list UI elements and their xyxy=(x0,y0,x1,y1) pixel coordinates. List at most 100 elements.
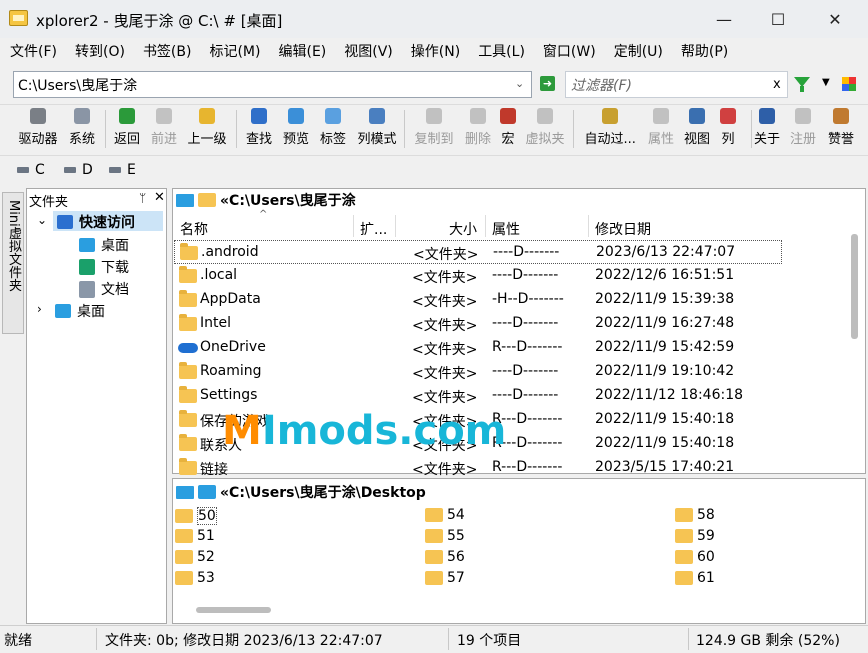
toolbar-button-label: 列 xyxy=(721,132,735,147)
expand-chevron-icon[interactable]: › xyxy=(37,302,42,316)
desktop-folder-item[interactable]: 59 xyxy=(675,528,715,544)
tree-item-documents[interactable]: 文档 xyxy=(79,279,129,299)
tree-item-downloads[interactable]: 下载 xyxy=(79,257,129,277)
horizontal-scrollbar[interactable] xyxy=(196,607,271,613)
column-divider[interactable] xyxy=(588,215,589,237)
tree-close-button[interactable]: ✕ xyxy=(154,190,165,205)
collapse-chevron-icon[interactable]: ⌄ xyxy=(37,213,47,227)
filter-input[interactable]: 过滤器(F) xyxy=(571,75,632,95)
column-header-date[interactable]: 修改日期 xyxy=(595,219,651,239)
toolbar-button-14[interactable]: 属性 xyxy=(648,108,674,150)
file-attributes: ----D------- xyxy=(492,363,559,379)
toolbar-button-10[interactable]: 删除 xyxy=(465,108,491,150)
toolbar-button-1[interactable]: 系统 xyxy=(69,108,95,150)
file-size: <文件夹> xyxy=(412,366,478,382)
toolbar-button-3[interactable]: 前进 xyxy=(151,108,177,150)
toolbar-button-label: 视图 xyxy=(684,132,711,147)
columns-icon xyxy=(720,108,736,124)
desktop-folder-label: 57 xyxy=(447,570,465,586)
drive-d[interactable]: D xyxy=(64,162,93,178)
desktop-folder-item[interactable]: 57 xyxy=(425,570,465,586)
desktop-folder-item[interactable]: 56 xyxy=(425,549,465,565)
menu-mark[interactable]: 标记(M) xyxy=(209,41,260,61)
menu-customize[interactable]: 定制(U) xyxy=(614,41,663,61)
file-row[interactable]: .local <文件夹> ----D------- 2022/12/6 16:51:5… xyxy=(174,264,782,288)
tree-item-desktop[interactable]: 桌面 xyxy=(79,235,129,255)
address-input[interactable]: C:\Users\曳尾于涂 xyxy=(18,75,137,95)
toolbar-button-7[interactable]: 标签 xyxy=(320,108,346,150)
file-row[interactable]: Roaming <文件夹> ----D------- 2022/11/9 19:10:… xyxy=(174,360,782,384)
desktop-folder-item[interactable]: 55 xyxy=(425,528,465,544)
column-divider[interactable] xyxy=(485,215,486,237)
desktop-folder-item[interactable]: 54 xyxy=(425,507,465,523)
tree-item-desktop-root[interactable]: 桌面 xyxy=(55,301,105,321)
toolbar-button-9[interactable]: 复制到 xyxy=(415,108,454,150)
close-button[interactable]: ✕ xyxy=(808,0,862,38)
toolbar-button-0[interactable]: 驱动器 xyxy=(19,108,58,150)
menu-tools[interactable]: 工具(L) xyxy=(478,41,525,61)
desktop-folder-item[interactable]: 58 xyxy=(675,507,715,523)
column-header-size[interactable]: 大小 xyxy=(449,219,477,239)
toolbar-button-6[interactable]: 预览 xyxy=(283,108,309,150)
column-divider[interactable] xyxy=(353,215,354,237)
desktop-folder-label: 56 xyxy=(447,549,465,565)
desktop-folder-item[interactable]: 52 xyxy=(175,549,215,565)
file-name: .android xyxy=(201,244,259,260)
desktop-folder-item[interactable]: 60 xyxy=(675,549,715,565)
file-row[interactable]: .android <文件夹> ----D------- 2023/6/13 22:47… xyxy=(174,240,782,264)
toolbar-button-18[interactable]: 注册 xyxy=(790,108,816,150)
menu-help[interactable]: 帮助(P) xyxy=(681,41,728,61)
drive-icon xyxy=(64,167,76,173)
toolbar-button-2[interactable]: 返回 xyxy=(114,108,140,150)
file-row[interactable]: OneDrive <文件夹> R---D------- 2022/11/9 15:42… xyxy=(174,336,782,360)
column-header-attr[interactable]: 属性 xyxy=(492,219,520,239)
folder-icon xyxy=(675,550,693,564)
menu-bookmarks[interactable]: 书签(B) xyxy=(143,41,192,61)
desktop-folder-item[interactable]: 61 xyxy=(675,570,715,586)
file-row[interactable]: 链接 <文件夹> R---D------- 2023/5/15 17:40:21 xyxy=(174,456,782,480)
desktop-folder-item[interactable]: 53 xyxy=(175,570,215,586)
column-divider[interactable] xyxy=(395,215,396,237)
vertical-scrollbar[interactable] xyxy=(851,234,858,339)
menu-window[interactable]: 窗口(W) xyxy=(543,41,596,61)
desktop-folder-item[interactable]: 50 xyxy=(175,507,217,525)
toolbar-button-17[interactable]: 关于 xyxy=(754,108,780,150)
pin-icon[interactable]: ᛘ xyxy=(139,191,146,205)
toolbar-separator xyxy=(105,110,106,148)
drive-e[interactable]: E xyxy=(109,162,136,178)
file-row[interactable]: AppData <文件夹> -H--D------- 2022/11/9 15:39:… xyxy=(174,288,782,312)
maximize-button[interactable]: ☐ xyxy=(751,0,805,38)
toolbar-button-19[interactable]: 赞誉 xyxy=(828,108,854,150)
monitor-icon xyxy=(176,485,194,499)
menu-edit[interactable]: 编辑(E) xyxy=(278,41,326,61)
menu-actions[interactable]: 操作(N) xyxy=(411,41,460,61)
folder-icon xyxy=(179,290,197,307)
column-header-ext[interactable]: 扩... xyxy=(360,219,387,239)
tree-item-quick-access[interactable]: 快速访问 xyxy=(57,212,135,232)
drive-label: D xyxy=(82,162,93,178)
file-row[interactable]: Intel <文件夹> ----D------- 2022/11/9 16:27:48 xyxy=(174,312,782,336)
desktop-folder-item[interactable]: 51 xyxy=(175,528,215,544)
filter-dropdown-icon[interactable]: ▼ xyxy=(822,77,830,88)
menu-file[interactable]: 文件(F) xyxy=(10,41,57,61)
toolbar-button-11[interactable]: 宏 xyxy=(500,108,516,150)
menu-goto[interactable]: 转到(O) xyxy=(75,41,125,61)
toolbar-button-16[interactable]: 列 xyxy=(720,108,736,150)
toolbar-button-12[interactable]: 虚拟夹 xyxy=(526,108,565,150)
filter-clear-button[interactable]: x xyxy=(773,77,781,92)
toolbar-button-15[interactable]: 视图 xyxy=(684,108,710,150)
folder-icon xyxy=(175,529,193,543)
drive-c[interactable]: C xyxy=(17,162,45,178)
column-header-name[interactable]: 名称 xyxy=(180,219,208,239)
funnel-icon[interactable] xyxy=(794,77,810,92)
minimize-button[interactable]: — xyxy=(697,0,751,38)
menu-view[interactable]: 视图(V) xyxy=(344,41,393,61)
go-arrow-icon[interactable]: ➜ xyxy=(540,76,555,91)
file-row[interactable]: Settings <文件夹> ----D------- 2022/11/12 18:4… xyxy=(174,384,782,408)
toolbar-button-13[interactable]: 自动过... xyxy=(585,108,636,150)
toolbar-button-4[interactable]: 上一级 xyxy=(188,108,227,150)
toolbar-button-8[interactable]: 列模式 xyxy=(358,108,397,150)
toolbar-button-5[interactable]: 查找 xyxy=(246,108,272,150)
grid-view-icon[interactable] xyxy=(842,77,856,91)
chevron-down-icon[interactable]: ⌄ xyxy=(515,77,524,90)
